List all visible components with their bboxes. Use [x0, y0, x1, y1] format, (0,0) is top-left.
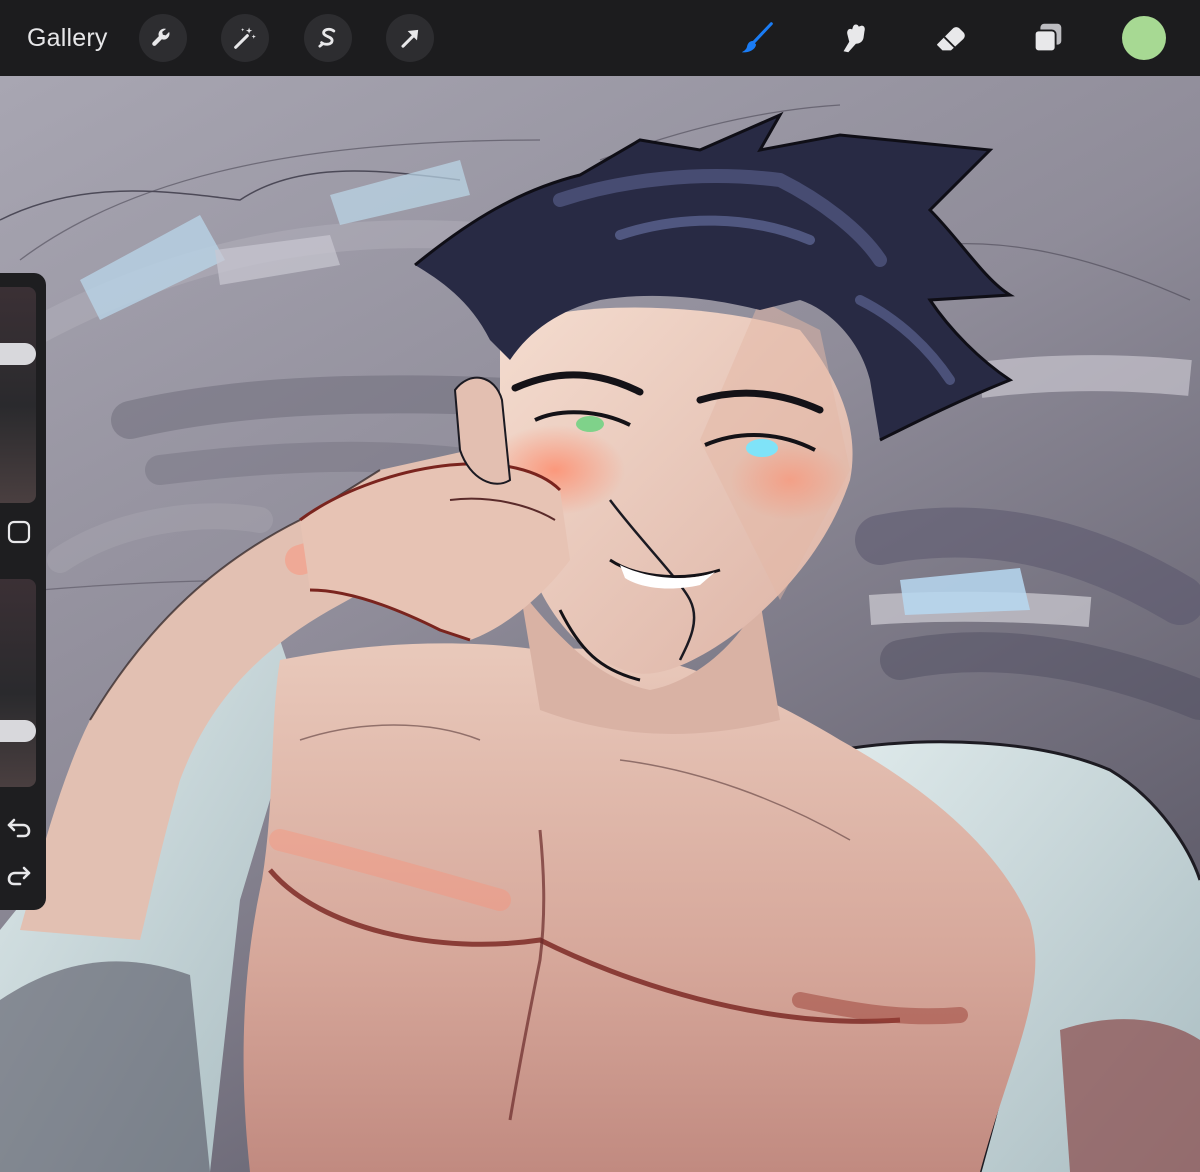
drawing-canvas[interactable] — [0, 76, 1200, 1172]
brush-size-slider[interactable] — [0, 287, 36, 503]
smudge-icon — [843, 24, 865, 53]
layers-button[interactable] — [1026, 16, 1070, 60]
layers-icon — [1033, 23, 1062, 53]
left-sidebar — [0, 273, 46, 910]
redo-icon[interactable] — [4, 863, 34, 893]
brush-tool-button[interactable] — [736, 16, 780, 60]
brush-icon — [741, 22, 773, 53]
undo-icon[interactable] — [4, 811, 34, 841]
eraser-icon — [936, 27, 965, 51]
smudge-tool-button[interactable] — [832, 16, 876, 60]
selection-icon — [318, 27, 336, 48]
top-toolbar: Gallery — [0, 0, 1200, 76]
transform-button[interactable] — [386, 14, 434, 62]
transform-arrow-icon — [401, 29, 419, 48]
brush-size-slider-thumb[interactable] — [0, 343, 36, 366]
procreate-app: Gallery — [0, 0, 1200, 1172]
opacity-slider-thumb[interactable] — [0, 720, 36, 743]
opacity-slider[interactable] — [0, 579, 36, 787]
magic-wand-icon — [234, 27, 256, 49]
actions-button[interactable] — [139, 14, 187, 62]
selection-button[interactable] — [304, 14, 352, 62]
modify-button[interactable] — [6, 519, 32, 545]
gallery-button[interactable]: Gallery — [27, 21, 108, 55]
eraser-tool-button[interactable] — [929, 16, 973, 60]
wrench-icon — [152, 28, 170, 46]
color-picker-button[interactable] — [1122, 16, 1166, 60]
artwork — [0, 76, 1200, 1172]
adjustments-button[interactable] — [221, 14, 269, 62]
